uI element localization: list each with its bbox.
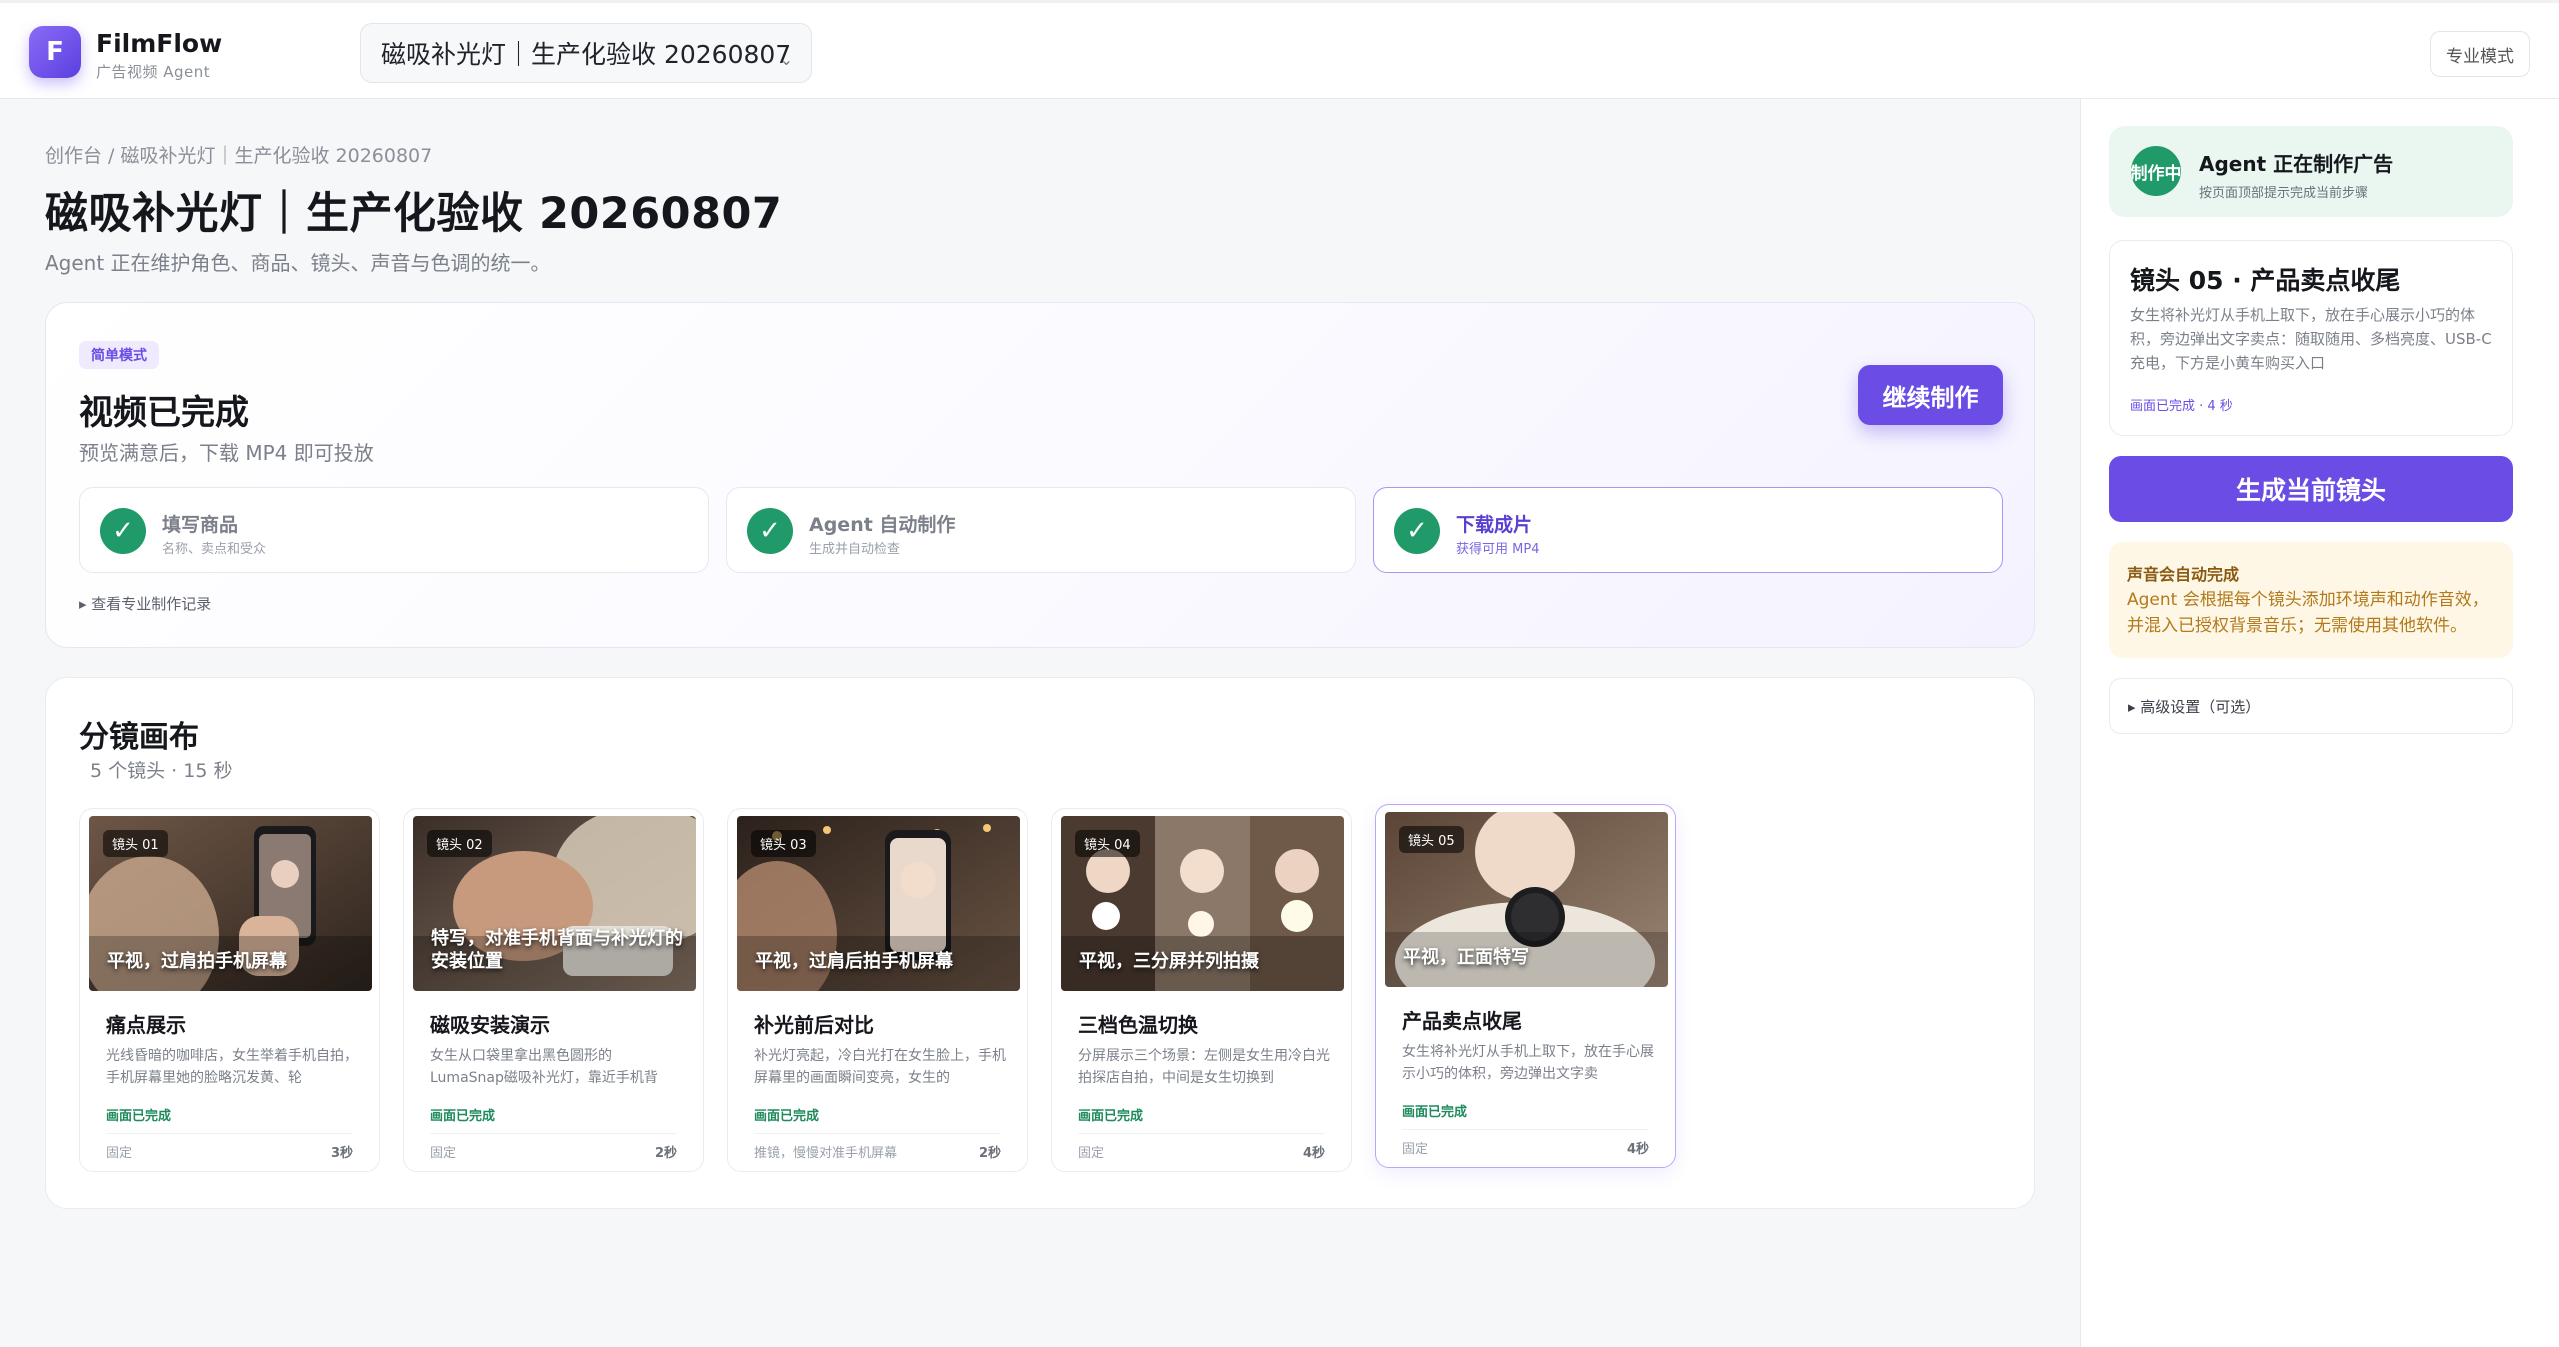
shot-desc: 女生将补光灯从手机上取下，放在手心展示小巧的体积，旁边弹出文字卖 <box>1402 1044 1654 1082</box>
shot-desc: 补光灯亮起，冷白光打在女生脸上，手机屏幕里的画面瞬间变亮，女生的 <box>754 1048 1006 1086</box>
shot-thumbnail: 镜头 04 平视，三分屏并列拍摄 <box>1061 816 1344 991</box>
storyboard-card: 分镜画布 5 个镜头 · 15 秒 镜头 01 平视，过肩拍手机屏幕 痛点展示 <box>45 677 2035 1209</box>
shot-tag: 镜头 02 <box>427 830 492 857</box>
breadcrumb: 创作台 / 磁吸补光灯｜生产化验收 20260807 <box>45 145 433 167</box>
shot-tag: 镜头 04 <box>1075 830 1140 857</box>
shot-status: 画面已完成 <box>106 1109 172 1124</box>
shot-footer: 固定 2秒 <box>430 1133 677 1161</box>
shot-tag: 镜头 05 <box>1399 826 1464 853</box>
status-title: 视频已完成 <box>79 393 249 433</box>
project-select-value: 磁吸补光灯｜生产化验收 20260807 <box>381 40 792 69</box>
project-select[interactable]: 磁吸补光灯｜生产化验收 20260807 ⌄ <box>360 23 812 83</box>
generate-shot-button[interactable]: 生成当前镜头 <box>2109 456 2513 522</box>
shot-card[interactable]: 镜头 02 特写，对准手机背面与补光灯的安装位置 磁吸安装演示 女生从口袋里拿出… <box>403 808 704 1172</box>
shot-desc: 女生从口袋里拿出黑色圆形的LumaSnap磁吸补光灯，靠近手机背 <box>430 1048 658 1086</box>
shot-thumbnail: 镜头 02 特写，对准手机背面与补光灯的安装位置 <box>413 816 696 991</box>
main-area: 创作台 / 磁吸补光灯｜生产化验收 20260807 磁吸补光灯｜生产化验收 2… <box>0 99 2080 1347</box>
agent-status-pill: 制作中 <box>2131 146 2181 196</box>
pro-record-toggle[interactable]: ▸ 查看专业制作记录 <box>79 593 211 614</box>
shot-duration: 4秒 <box>1626 1142 1649 1157</box>
shot-thumbnail: 镜头 01 平视，过肩拍手机屏幕 <box>89 816 372 991</box>
check-icon: ✓ <box>100 508 146 554</box>
shot-name: 磁吸安装演示 <box>430 1013 550 1037</box>
shot-name: 三档色温切换 <box>1078 1013 1198 1037</box>
shot-duration: 2秒 <box>978 1146 1001 1161</box>
pro-mode-button[interactable]: 专业模式 <box>2430 31 2530 77</box>
shot-status: 画面已完成 <box>1078 1109 1144 1124</box>
shot-duration: 4秒 <box>1302 1146 1325 1161</box>
right-panel: 制作中 Agent 正在制作广告 按页面顶部提示完成当前步骤 镜头 05 · 产… <box>2080 99 2559 1347</box>
step-title: 填写商品 <box>162 514 239 536</box>
check-icon: ✓ <box>747 508 793 554</box>
shot-status: 画面已完成 <box>430 1109 496 1124</box>
shot-camera-move: 固定 <box>1078 1146 1105 1161</box>
advanced-settings-toggle[interactable]: ▸ 高级设置（可选） <box>2109 678 2513 734</box>
shot-camera-move: 固定 <box>1402 1142 1429 1157</box>
shot-caption: 平视，正面特写 <box>1403 947 1529 968</box>
shot-tag: 镜头 01 <box>103 830 168 857</box>
shot-caption: 平视，三分屏并列拍摄 <box>1079 951 1259 972</box>
sound-info-desc: Agent 会根据每个镜头添加环境声和动作音效，并混入已授权背景音乐；无需使用其… <box>2127 590 2489 636</box>
agent-status-title: Agent 正在制作广告 <box>2199 152 2394 176</box>
continue-button[interactable]: 继续制作 <box>1858 365 2003 425</box>
shot-desc: 光线昏暗的咖啡店，女生举着手机自拍，手机屏幕里她的脸略沉发黄、轮 <box>106 1048 358 1086</box>
sound-info-title: 声音会自动完成 <box>2127 565 2240 584</box>
shot-name: 痛点展示 <box>106 1013 186 1037</box>
shot-card[interactable]: 镜头 01 平视，过肩拍手机屏幕 痛点展示 光线昏暗的咖啡店，女生举着手机自拍，… <box>79 808 380 1172</box>
shot-caption: 平视，过肩拍手机屏幕 <box>107 951 287 972</box>
shot-caption: 平视，过肩后拍手机屏幕 <box>755 951 953 972</box>
page-subtitle: Agent 正在维护角色、商品、镜头、声音与色调的统一。 <box>45 251 551 275</box>
app-name: FilmFlow <box>96 29 223 58</box>
page-title: 磁吸补光灯｜生产化验收 20260807 <box>45 189 783 239</box>
shot-duration: 3秒 <box>330 1146 353 1161</box>
shot-thumbnail: 镜头 05 平视，正面特写 <box>1385 812 1668 987</box>
shot-footer: 固定 3秒 <box>106 1133 353 1161</box>
shot-desc: 分屏展示三个场景：左侧是女生用冷白光拍探店自拍，中间是女生切换到 <box>1078 1048 1330 1086</box>
shot-thumbnail: 镜头 03 平视，过肩后拍手机屏幕 <box>737 816 1020 991</box>
check-icon: ✓ <box>1394 508 1440 554</box>
step-agent-produce[interactable]: ✓ Agent 自动制作 生成并自动检查 <box>726 487 1356 573</box>
shot-camera-move: 推镜，慢慢对准手机屏幕 <box>754 1146 898 1161</box>
step-download[interactable]: ✓ 下载成片 获得可用 MP4 <box>1373 487 2003 573</box>
status-subtitle: 预览满意后，下载 MP4 即可投放 <box>79 441 374 465</box>
step-desc: 获得可用 MP4 <box>1456 542 1540 557</box>
logo-icon: F <box>29 26 81 78</box>
shot-card-selected[interactable]: 镜头 05 平视，正面特写 产品卖点收尾 女生将补光灯从手机上取下，放在手心展示… <box>1375 804 1676 1168</box>
shot-detail-desc: 女生将补光灯从手机上取下，放在手心展示小巧的体积，旁边弹出文字卖点：随取随用、多… <box>2130 306 2492 372</box>
shot-card[interactable]: 镜头 03 平视，过肩后拍手机屏幕 补光前后对比 补光灯亮起，冷白光打在女生脸上… <box>727 808 1028 1172</box>
app-subtitle: 广告视频 Agent <box>96 63 211 81</box>
shot-caption: 特写，对准手机背面与补光灯的安装位置 <box>431 928 683 972</box>
shot-name: 产品卖点收尾 <box>1402 1009 1522 1033</box>
shot-camera-move: 固定 <box>106 1146 133 1161</box>
step-title: 下载成片 <box>1456 514 1533 536</box>
chevron-down-icon: ⌄ <box>779 50 793 69</box>
step-title: Agent 自动制作 <box>809 514 956 536</box>
shot-status: 画面已完成 <box>754 1109 820 1124</box>
storyboard-subtitle: 5 个镜头 · 15 秒 <box>90 760 233 782</box>
sound-info-box: 声音会自动完成 Agent 会根据每个镜头添加环境声和动作音效，并混入已授权背景… <box>2109 542 2513 658</box>
mode-badge: 简单模式 <box>79 341 159 369</box>
shot-footer: 推镜，慢慢对准手机屏幕 2秒 <box>754 1133 1001 1161</box>
storyboard-title: 分镜画布 <box>79 720 199 755</box>
step-desc: 生成并自动检查 <box>809 542 901 557</box>
step-fill-product[interactable]: ✓ 填写商品 名称、卖点和受众 <box>79 487 709 573</box>
step-desc: 名称、卖点和受众 <box>162 542 267 557</box>
shot-detail-title: 镜头 05 · 产品卖点收尾 <box>2130 266 2401 295</box>
shot-detail-card: 镜头 05 · 产品卖点收尾 女生将补光灯从手机上取下，放在手心展示小巧的体积，… <box>2109 240 2513 436</box>
agent-status-banner: 制作中 Agent 正在制作广告 按页面顶部提示完成当前步骤 <box>2109 126 2513 217</box>
shot-name: 补光前后对比 <box>754 1013 874 1037</box>
shot-card[interactable]: 镜头 04 平视，三分屏并列拍摄 三档色温切换 分屏展示三个场景：左侧是女生用冷… <box>1051 808 1352 1172</box>
shot-footer: 固定 4秒 <box>1078 1133 1325 1161</box>
shot-tag: 镜头 03 <box>751 830 816 857</box>
top-bar: F FilmFlow 广告视频 Agent 磁吸补光灯｜生产化验收 202608… <box>0 0 2559 99</box>
shot-detail-status: 画面已完成 · 4 秒 <box>2130 399 2233 414</box>
shot-camera-move: 固定 <box>430 1146 457 1161</box>
shot-footer: 固定 4秒 <box>1402 1129 1649 1157</box>
agent-status-subtitle: 按页面顶部提示完成当前步骤 <box>2199 186 2369 201</box>
shot-status: 画面已完成 <box>1402 1105 1468 1120</box>
status-card: 简单模式 视频已完成 预览满意后，下载 MP4 即可投放 继续制作 ✓ 填写商品… <box>45 302 2035 648</box>
shot-duration: 2秒 <box>654 1146 677 1161</box>
